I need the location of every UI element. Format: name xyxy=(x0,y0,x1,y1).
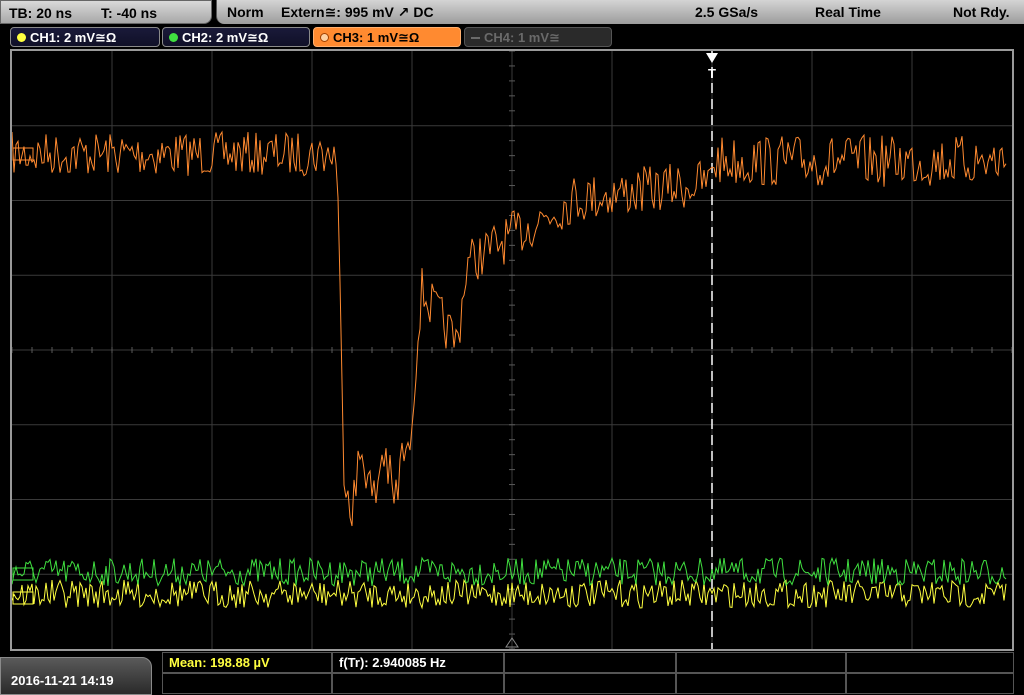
timebase-value: TB: 20 ns xyxy=(9,5,73,21)
timebase-box[interactable]: TB: 20 ns T: -40 ns xyxy=(0,0,212,24)
channel-2-button[interactable]: CH2: 2 mV≅Ω xyxy=(162,27,310,47)
acquisition-status-strip[interactable]: Norm Extern≅: 995 mV ↗ DC 2.5 GSa/s Real… xyxy=(216,0,1024,24)
channel-4-label: CH4: 1 mV≅ xyxy=(484,30,560,45)
trigger-marker-icon[interactable] xyxy=(706,53,718,63)
datetime-label: 2016-11-21 14:19 xyxy=(11,673,114,688)
measurement-mean-label: Mean: 198.88 µV xyxy=(169,655,270,670)
channel-3-label: CH3: 1 mV≅Ω xyxy=(333,30,420,45)
measurement-mean[interactable]: Mean: 198.88 µV xyxy=(162,652,332,673)
measurement-slot-9[interactable] xyxy=(676,673,846,694)
channel-2-label: CH2: 2 mV≅Ω xyxy=(182,30,269,45)
trace-ch3 xyxy=(12,130,1007,527)
bottom-bar: 2016-11-21 14:19 Mean: 198.88 µV f(Tr): … xyxy=(0,651,1024,695)
channel-4-off-icon xyxy=(471,37,480,39)
trigger-mode: Norm xyxy=(227,4,264,20)
sample-rate: 2.5 GSa/s xyxy=(695,4,759,20)
measurement-frequency[interactable]: f(Tr): 2.940085 Hz xyxy=(332,652,504,673)
channel-2-indicator-icon xyxy=(169,33,178,42)
trigger-source: Extern≅: 995 mV ↗ DC xyxy=(281,4,434,20)
measurement-slot-6[interactable] xyxy=(162,673,332,694)
run-state: Not Rdy. xyxy=(953,4,1010,20)
channel-1-label: CH1: 2 mV≅Ω xyxy=(30,30,117,45)
datetime-box: 2016-11-21 14:19 xyxy=(0,657,152,695)
trace-ch2 xyxy=(12,556,1007,588)
acquisition-mode: Real Time xyxy=(815,4,881,20)
measurement-frequency-label: f(Tr): 2.940085 Hz xyxy=(339,655,446,670)
measurement-slot-7[interactable] xyxy=(332,673,504,694)
channel-1-button[interactable]: CH1: 2 mV≅Ω xyxy=(10,27,160,47)
measurement-slot-10[interactable] xyxy=(846,673,1014,694)
measurement-slot-8[interactable] xyxy=(504,673,676,694)
trigger-marker-label: T xyxy=(708,66,716,81)
measurement-table: Mean: 198.88 µV f(Tr): 2.940085 Hz xyxy=(162,652,1014,695)
channel-4-button[interactable]: CH4: 1 mV≅ xyxy=(464,27,612,47)
trigger-time-value: T: -40 ns xyxy=(101,5,158,21)
channel-3-indicator-icon xyxy=(320,33,329,42)
graticule xyxy=(12,51,1012,649)
measurement-slot-5[interactable] xyxy=(846,652,1014,673)
channel-3-button[interactable]: CH3: 1 mV≅Ω xyxy=(313,27,461,47)
waveform-canvas: T xyxy=(12,51,1012,649)
channel-1-indicator-icon xyxy=(17,33,26,42)
top-status-bar: TB: 20 ns T: -40 ns Norm Extern≅: 995 mV… xyxy=(0,0,1024,25)
measurement-slot-3[interactable] xyxy=(504,652,676,673)
waveform-display[interactable]: T xyxy=(10,49,1014,651)
measurement-slot-4[interactable] xyxy=(676,652,846,673)
